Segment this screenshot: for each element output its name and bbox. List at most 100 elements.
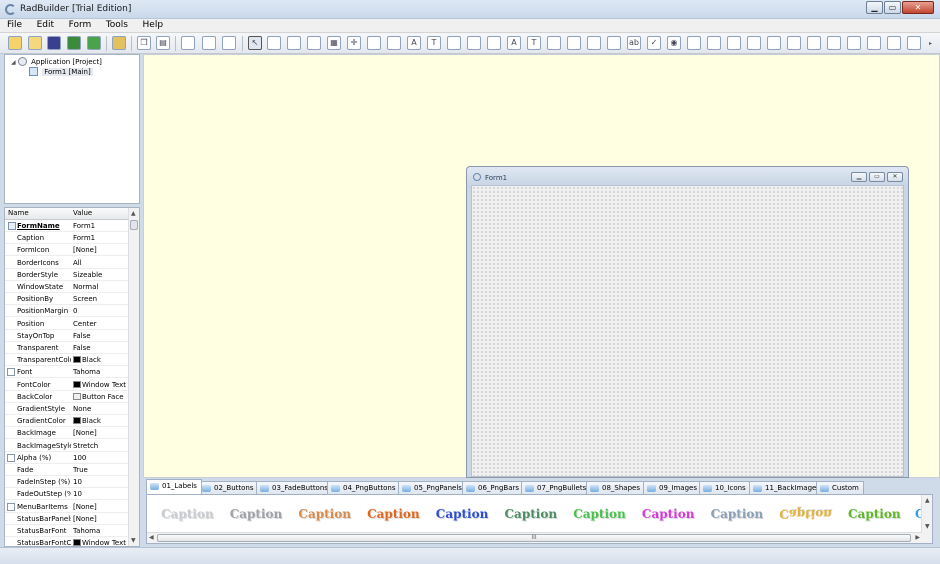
- caption-label-sample[interactable]: Caption: [367, 507, 420, 521]
- checkbox-tool-icon[interactable]: ✓: [647, 36, 661, 50]
- property-row[interactable]: Font Tahoma: [5, 366, 129, 379]
- form1-close-button[interactable]: ✕: [887, 172, 903, 182]
- form-properties-icon[interactable]: [222, 36, 236, 50]
- property-row[interactable]: Transparent False: [5, 342, 129, 354]
- property-row[interactable]: FadeOutStep (%) 10: [5, 488, 129, 501]
- property-value[interactable]: False: [73, 332, 129, 340]
- property-value[interactable]: Black: [73, 417, 129, 425]
- calendar-tool-icon[interactable]: [887, 36, 901, 50]
- property-row[interactable]: GradientStyle None: [5, 403, 129, 415]
- build-icon[interactable]: [67, 36, 81, 50]
- property-row[interactable]: StatusBarFont Tahoma: [5, 525, 129, 537]
- property-row[interactable]: StatusBarFontColor Window Text: [5, 537, 129, 546]
- property-row[interactable]: MenuBarItems [None]: [5, 501, 129, 513]
- property-value[interactable]: Stretch: [73, 442, 129, 450]
- maximize-button[interactable]: ▭: [884, 1, 901, 14]
- label-tool-icon[interactable]: T: [427, 36, 441, 50]
- tab-08-shapes[interactable]: 08_Shapes: [586, 481, 645, 494]
- property-value[interactable]: Center: [73, 320, 129, 328]
- property-row[interactable]: StatusBarPanels [None]: [5, 513, 129, 525]
- progress-tool-icon[interactable]: [447, 36, 461, 50]
- tab-custom[interactable]: Custom: [816, 481, 864, 494]
- tree-node-application[interactable]: ◢ Application [Project]: [11, 57, 102, 66]
- scrollbar-thumb[interactable]: [130, 220, 138, 230]
- scroll-right-icon[interactable]: ▶: [915, 534, 920, 541]
- menu-form[interactable]: Form: [64, 19, 97, 32]
- property-row[interactable]: BorderStyle Sizeable: [5, 269, 129, 281]
- scrollbar-thumb[interactable]: III: [157, 534, 911, 542]
- toggle-tool-icon[interactable]: [687, 36, 701, 50]
- media-tool-icon[interactable]: [827, 36, 841, 50]
- form1-minimize-button[interactable]: ▁: [851, 172, 867, 182]
- menu-edit[interactable]: Edit: [32, 19, 59, 32]
- pagecontrol-tool-icon[interactable]: [587, 36, 601, 50]
- form1-window[interactable]: Form1 ▁ ▭ ✕: [466, 166, 909, 478]
- tab-tool-icon[interactable]: [567, 36, 581, 50]
- settings-icon[interactable]: [112, 36, 126, 50]
- property-value[interactable]: Black: [73, 356, 129, 364]
- property-row[interactable]: FontColor Window Text: [5, 379, 129, 391]
- line-tool-icon[interactable]: [367, 36, 381, 50]
- image-tool-icon[interactable]: [467, 36, 481, 50]
- property-row[interactable]: FadeInStep (%) 10: [5, 476, 129, 489]
- collapse-icon[interactable]: ◢: [11, 59, 16, 66]
- caption-label-sample[interactable]: Caption: [711, 507, 764, 521]
- property-value[interactable]: Form1: [73, 222, 129, 230]
- tab-10-icons[interactable]: 10_Icons: [699, 481, 751, 494]
- tree-node-form1[interactable]: Form1 [Main]: [29, 67, 93, 76]
- property-value[interactable]: Button Face: [73, 392, 129, 401]
- property-value[interactable]: Normal: [73, 283, 129, 291]
- expand-icon[interactable]: [7, 368, 15, 377]
- scroll-down-icon[interactable]: ▼: [131, 537, 136, 544]
- palette-vscroll[interactable]: ▲ ▼: [921, 495, 932, 543]
- tab-03-fadebuttons[interactable]: 03_FadeButtons: [256, 481, 333, 494]
- tab-02-buttons[interactable]: 02_Buttons: [198, 481, 259, 494]
- pointer-tool-icon[interactable]: ↖: [248, 36, 262, 50]
- group-tool-icon[interactable]: [307, 36, 321, 50]
- menu-help[interactable]: Help: [138, 19, 169, 32]
- property-value[interactable]: 100: [73, 454, 129, 462]
- property-value[interactable]: Window Text: [73, 380, 129, 389]
- list-tool-icon[interactable]: [747, 36, 761, 50]
- caption-label-sample[interactable]: Caption: [505, 507, 558, 521]
- property-value[interactable]: Tahoma: [73, 368, 129, 376]
- text-tool-icon[interactable]: A: [407, 36, 421, 50]
- save-icon[interactable]: [47, 36, 61, 50]
- property-value[interactable]: [None]: [73, 503, 129, 511]
- memo-tool-icon[interactable]: [547, 36, 561, 50]
- groupbox-tool-icon[interactable]: [607, 36, 621, 50]
- palette-hscroll[interactable]: ◀ III ▶: [147, 532, 922, 543]
- combo-tool-icon[interactable]: [727, 36, 741, 50]
- edit-tool-icon[interactable]: T: [527, 36, 541, 50]
- form1-client-grid[interactable]: [471, 185, 904, 477]
- property-value[interactable]: 10: [73, 490, 129, 498]
- property-row[interactable]: PositionBy Screen: [5, 293, 129, 306]
- textbox-tool-icon[interactable]: ab: [627, 36, 641, 50]
- tab-07-pngbullets[interactable]: 07_PngBullets: [521, 481, 592, 494]
- property-value[interactable]: [None]: [73, 246, 129, 254]
- close-button[interactable]: ✕: [902, 1, 934, 14]
- expand-icon[interactable]: [7, 502, 15, 511]
- scroll-up-icon[interactable]: ▲: [925, 497, 930, 504]
- spin-tool-icon[interactable]: [707, 36, 721, 50]
- tree-tool-icon[interactable]: [767, 36, 781, 50]
- timer-tool-icon[interactable]: [847, 36, 861, 50]
- caption-label-sample[interactable]: Caption: [161, 507, 214, 521]
- property-row[interactable]: Position Center: [5, 318, 129, 330]
- property-row[interactable]: BorderIcons All: [5, 257, 129, 269]
- property-row[interactable]: TransparentColor Black: [5, 354, 129, 367]
- new-project-icon[interactable]: [8, 36, 22, 50]
- shape-tool-icon[interactable]: [387, 36, 401, 50]
- property-row[interactable]: BackColor Button Face: [5, 391, 129, 403]
- property-value[interactable]: None: [73, 405, 129, 413]
- property-value[interactable]: True: [73, 466, 129, 474]
- new-form-icon[interactable]: [181, 36, 195, 50]
- tab-01-labels[interactable]: 01_Labels: [146, 479, 202, 494]
- menu-tools[interactable]: Tools: [101, 19, 133, 32]
- caption-label-sample[interactable]: Caption: [436, 507, 489, 521]
- caption-tool-icon[interactable]: A: [507, 36, 521, 50]
- property-value[interactable]: 0: [73, 307, 129, 315]
- expand-icon[interactable]: [7, 453, 15, 462]
- form1-maximize-button[interactable]: ▭: [869, 172, 885, 182]
- scroll-left-icon[interactable]: ◀: [149, 534, 154, 541]
